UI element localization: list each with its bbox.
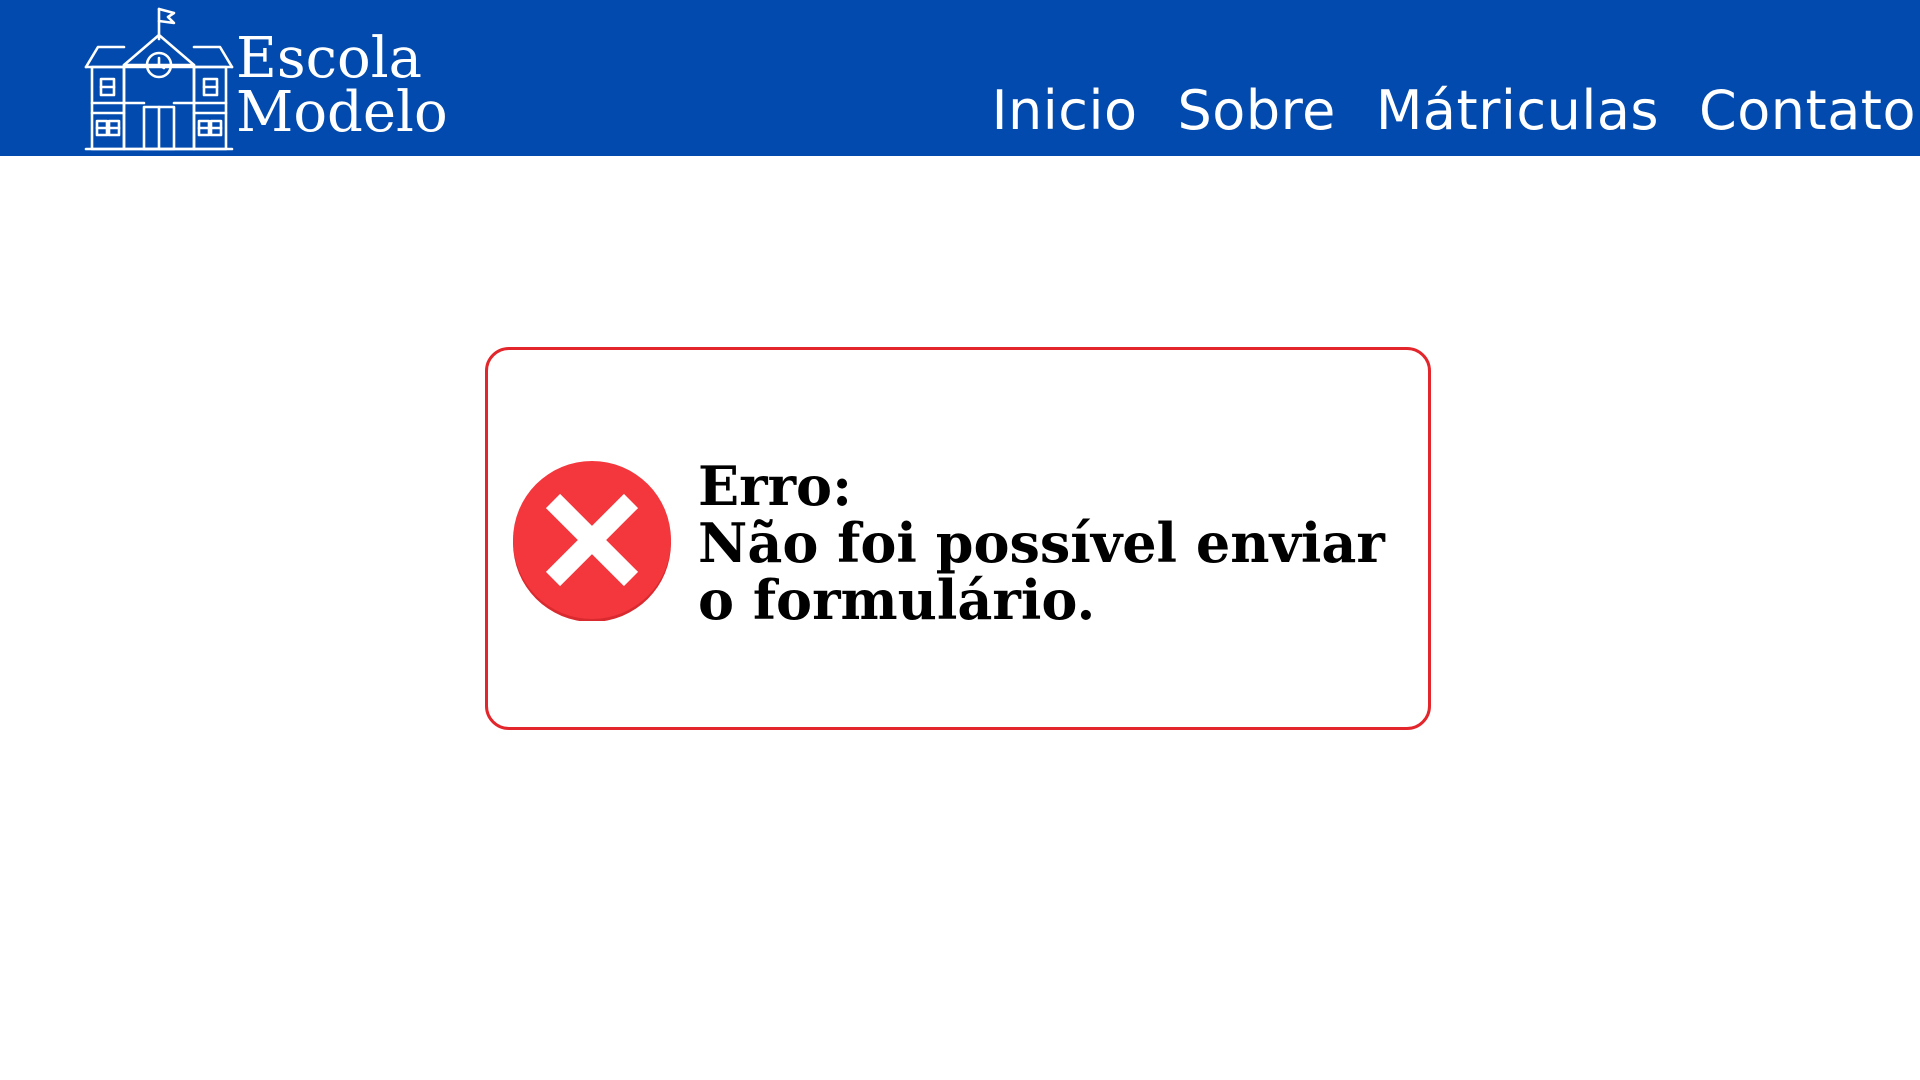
nav-link-sobre[interactable]: Sobre xyxy=(1178,76,1336,146)
main-nav: Inicio Sobre Mátriculas Contato xyxy=(992,76,1916,146)
brand-name-line1: Escola xyxy=(236,26,422,91)
brand-name-line2: Modelo xyxy=(236,80,448,145)
site-logo[interactable]: Escola Modelo xyxy=(84,0,448,156)
error-text: Erro: Não foi possível enviar o formulár… xyxy=(698,458,1418,629)
error-description: Não foi possível enviar o formulário. xyxy=(698,511,1385,632)
nav-link-matriculas[interactable]: Mátriculas xyxy=(1376,76,1659,146)
error-x-icon xyxy=(513,461,671,621)
nav-link-contato[interactable]: Contato xyxy=(1699,76,1916,146)
school-building-icon xyxy=(84,7,234,151)
brand-name: Escola Modelo xyxy=(236,26,448,145)
site-header: Escola Modelo Inicio Sobre Mátriculas Co… xyxy=(0,0,1920,156)
error-title: Erro: xyxy=(698,454,853,518)
error-message-box: Erro: Não foi possível enviar o formulár… xyxy=(485,347,1431,730)
nav-link-inicio[interactable]: Inicio xyxy=(992,76,1138,146)
